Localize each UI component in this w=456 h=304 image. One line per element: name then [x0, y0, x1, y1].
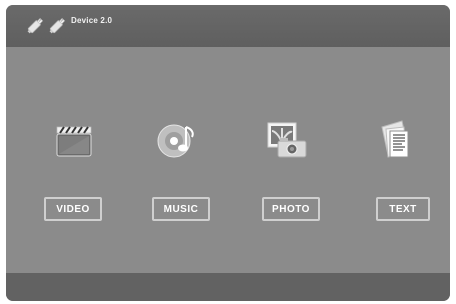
music-button[interactable]: MUSIC [152, 197, 210, 221]
media-player-screen: Device 2.0 VIDEO MUSIC PHOTO TEXT [6, 5, 450, 301]
main-menu-area: VIDEO MUSIC PHOTO TEXT [6, 47, 450, 273]
usb-drive-icon [49, 17, 66, 34]
document-icon[interactable] [376, 117, 416, 163]
music-disc-icon[interactable] [156, 117, 200, 161]
photo-camera-icon[interactable] [264, 117, 310, 163]
bottom-bar [6, 273, 450, 301]
top-bar: Device 2.0 [6, 5, 450, 47]
photo-button[interactable]: PHOTO [262, 197, 320, 221]
clapperboard-icon[interactable] [54, 121, 94, 161]
video-button[interactable]: VIDEO [44, 197, 102, 221]
text-button[interactable]: TEXT [376, 197, 430, 221]
usb-drive-icon [27, 17, 44, 34]
device-title: Device 2.0 [71, 16, 113, 25]
